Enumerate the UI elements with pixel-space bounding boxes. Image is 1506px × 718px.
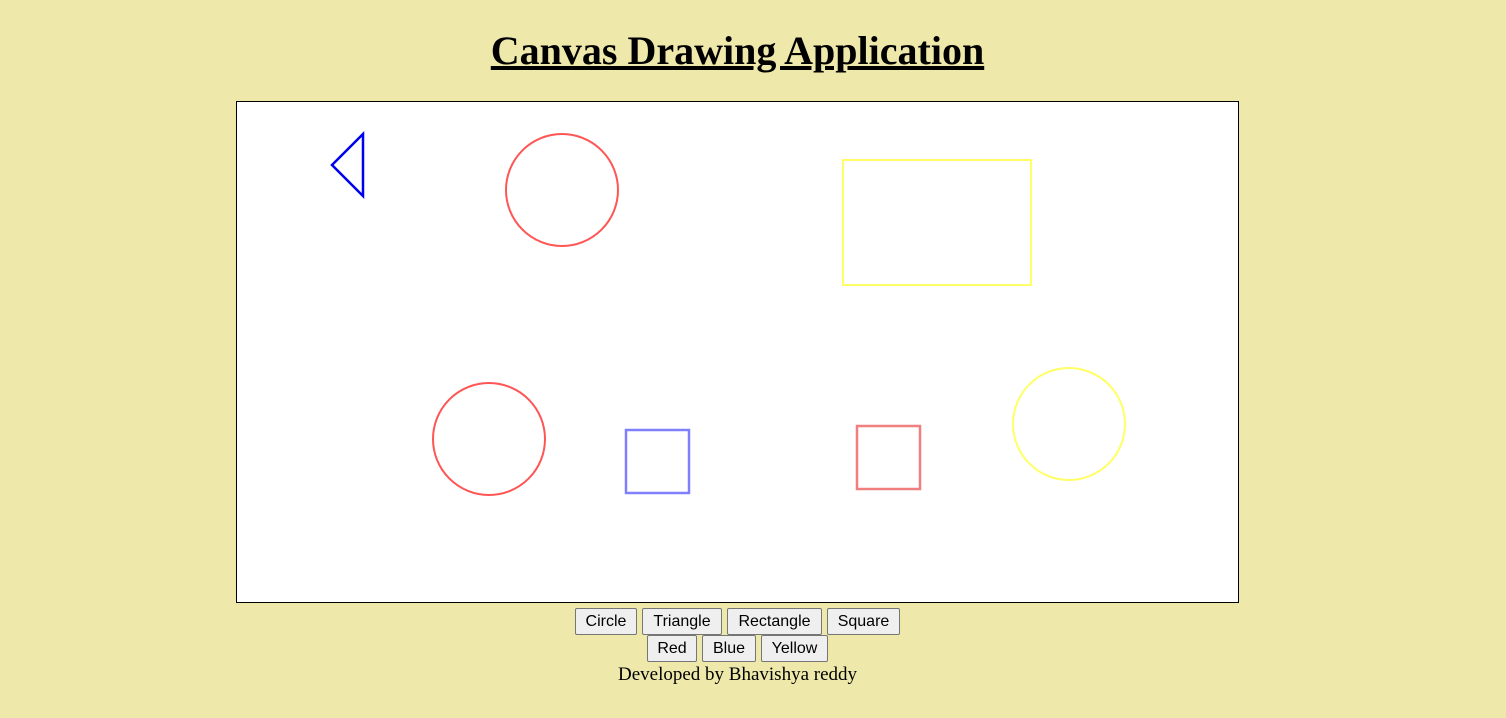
yellow-button[interactable]: Yellow bbox=[761, 635, 828, 662]
circle-shape bbox=[505, 133, 619, 247]
page: Canvas Drawing Application Circle Triang… bbox=[0, 0, 1506, 718]
blue-button[interactable]: Blue bbox=[702, 635, 756, 662]
circle-button[interactable]: Circle bbox=[575, 608, 637, 635]
square-button[interactable]: Square bbox=[827, 608, 900, 635]
circle-shape bbox=[1012, 367, 1126, 481]
triangle-button[interactable]: Triangle bbox=[642, 608, 722, 635]
canvas-surface[interactable] bbox=[237, 102, 1238, 602]
triangle-shape bbox=[330, 130, 365, 200]
red-button[interactable]: Red bbox=[647, 635, 697, 662]
page-title: Canvas Drawing Application bbox=[490, 28, 985, 73]
footer-credit: Developed by Bhavishya reddy bbox=[617, 664, 858, 685]
rectangle-shape bbox=[842, 159, 1032, 286]
square-shape bbox=[624, 428, 691, 495]
square-shape bbox=[855, 424, 922, 491]
rectangle-button[interactable]: Rectangle bbox=[727, 608, 822, 635]
drawing-canvas[interactable] bbox=[236, 101, 1239, 603]
circle-shape bbox=[432, 382, 546, 496]
